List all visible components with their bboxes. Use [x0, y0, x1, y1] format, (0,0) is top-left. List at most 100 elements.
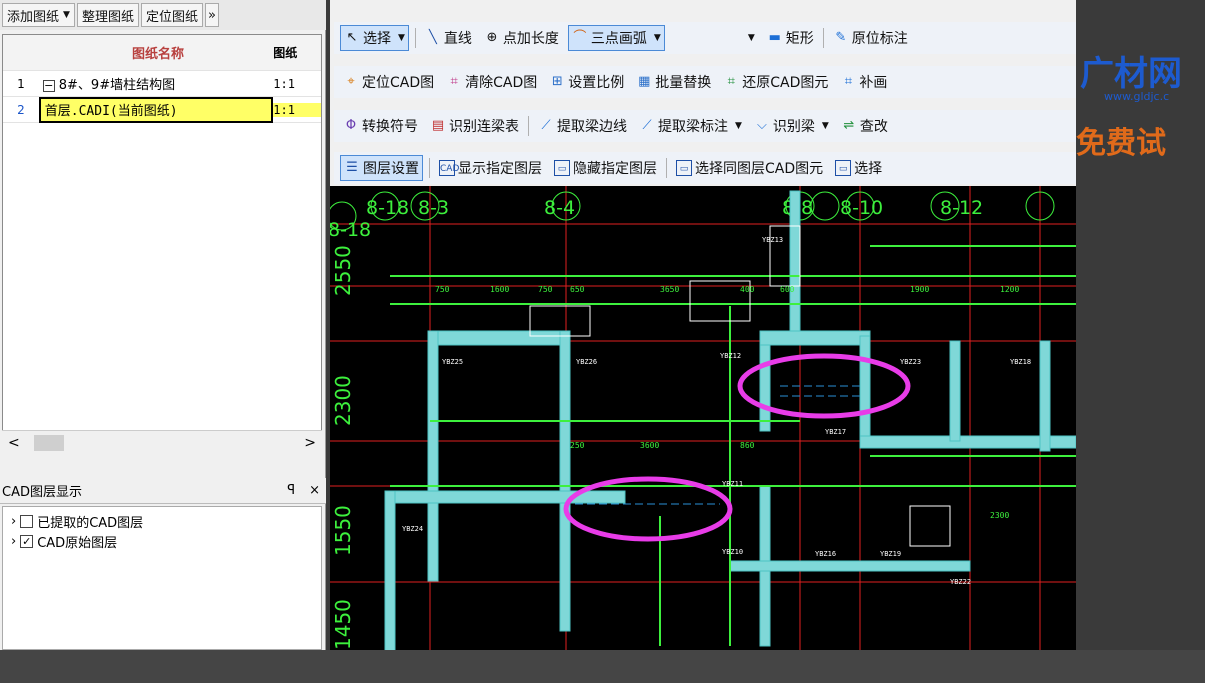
expand-icon[interactable]: ›: [11, 514, 16, 529]
checkbox[interactable]: [20, 514, 34, 528]
clear-icon: ⌗: [450, 74, 458, 89]
point-length-label: 点加长度: [502, 31, 559, 47]
grid-label: 8-18: [366, 197, 409, 219]
line-label: 直线: [443, 31, 472, 47]
scroll-thumb[interactable]: [34, 435, 64, 451]
extract-edge-icon: ⟋: [541, 118, 551, 133]
scroll-right-icon[interactable]: >: [304, 435, 316, 451]
clear-cad-button[interactable]: ⌗ 清除CAD图: [443, 70, 540, 94]
drawing-toolbar: 添加图纸 ▼ 整理图纸 定位图纸 »: [0, 0, 326, 30]
component-label: YBZ12: [720, 352, 741, 360]
identify-beam-label: 识别梁: [772, 119, 815, 135]
chevron-down-icon[interactable]: ▼: [735, 121, 742, 131]
component-label: YBZ11: [722, 480, 743, 488]
highlight-ellipses: [563, 353, 911, 542]
promo-text: 免费试: [1076, 126, 1166, 161]
component-label: YBZ25: [442, 358, 463, 366]
cad-drawing-canvas[interactable]: 8-18 8-18 8-3 8-4 8-8 8-10 8-12 2550 230…: [330, 186, 1076, 650]
drawing-list-panel: 添加图纸 ▼ 整理图纸 定位图纸 » 图纸名称 图纸 1 −8#、9#墙柱结构图 …: [0, 0, 326, 650]
dim-text: 1600: [490, 285, 509, 294]
identify-icon: ⌵: [756, 118, 767, 133]
supplement-icon: ⌗: [844, 74, 853, 89]
row-index: 1: [17, 76, 25, 91]
layer-icon: ☰: [346, 160, 358, 175]
checkbox-checked[interactable]: ✓: [20, 534, 34, 548]
chevron-down-icon[interactable]: ▼: [398, 33, 405, 43]
grid-label: 8-3: [418, 197, 449, 219]
batch-replace-button[interactable]: ▦ 批量替换: [633, 70, 714, 94]
row-dim: 1550: [331, 505, 355, 556]
dim-text: 400: [740, 285, 755, 294]
row-dim: 2550: [331, 245, 355, 296]
point-length-tool[interactable]: ⊕ 点加长度: [481, 26, 562, 50]
component-label: YBZ16: [815, 550, 836, 558]
separator: [822, 28, 824, 48]
chevron-down-icon[interactable]: ▼: [822, 121, 829, 131]
component-label: YBZ26: [576, 358, 597, 366]
layer-settings-label: 图层设置: [363, 161, 419, 177]
arc-tool[interactable]: ⌒ 三点画弧 ▼: [567, 25, 665, 51]
layer-item-extracted[interactable]: › 已提取的CAD图层: [11, 511, 313, 531]
component-label: YBZ19: [880, 550, 901, 558]
locate-cad-label: 定位CAD图: [362, 75, 435, 91]
select-same-layer-label: 选择同图层CAD图元: [695, 161, 824, 177]
in-place-label-tool[interactable]: ✎ 原位标注: [830, 26, 911, 50]
line-tool[interactable]: ╲ 直线: [422, 26, 475, 50]
scroll-left-icon[interactable]: <: [8, 435, 20, 451]
locate-icon: ⌖: [347, 74, 355, 89]
extract-beam-label-button[interactable]: ⟋ 提取梁标注 ▼: [636, 114, 745, 138]
extract-beam-edge-button[interactable]: ⟋ 提取梁边线: [535, 114, 630, 138]
dim-text: 250: [570, 441, 585, 450]
select-same-layer-button[interactable]: ▭ 选择同图层CAD图元: [673, 156, 826, 180]
header-scale[interactable]: 图纸: [273, 44, 321, 61]
supplement-button[interactable]: ⌗ 补画: [837, 70, 890, 94]
set-scale-button[interactable]: ⊞ 设置比例: [546, 70, 627, 94]
header-name[interactable]: 图纸名称: [39, 43, 274, 62]
expand-icon[interactable]: ›: [11, 534, 16, 549]
edit-icon: ✎: [835, 30, 847, 45]
separator: [666, 158, 667, 178]
locate-cad-button[interactable]: ⌖ 定位CAD图: [340, 70, 437, 94]
horizontal-scrollbar[interactable]: < >: [2, 430, 322, 454]
drawing-table: 图纸名称 图纸 1 −8#、9#墙柱结构图 1:1 2 首层.CADI(当前图纸…: [2, 34, 322, 454]
cad-drawing[interactable]: 8-18 8-18 8-3 8-4 8-8 8-10 8-12 2550 230…: [330, 186, 1076, 650]
shape-dropdown[interactable]: ▼: [741, 31, 758, 45]
organize-drawing-button[interactable]: 整理图纸: [76, 3, 139, 27]
show-layer-button[interactable]: CAD 显示指定图层: [436, 156, 545, 180]
identify-beam-button[interactable]: ⌵ 识别梁 ▼: [751, 114, 832, 138]
table-row[interactable]: 1 −8#、9#墙柱结构图 1:1: [3, 71, 321, 97]
hide-layer-label: 隐藏指定图层: [573, 161, 657, 177]
row-name-cell[interactable]: −8#、9#墙柱结构图: [39, 74, 274, 93]
rect-tool[interactable]: ▬ 矩形: [764, 26, 817, 50]
select-tool[interactable]: ↖ 选择 ▼: [340, 25, 409, 51]
check-button[interactable]: ⇌ 查改: [838, 114, 891, 138]
hide-layer-button[interactable]: ▭ 隐藏指定图层: [551, 156, 660, 180]
layer-settings-button[interactable]: ☰ 图层设置: [340, 155, 423, 181]
layer-panel-header: CAD图层显示 ꟼ ×: [0, 478, 326, 504]
dim-text: 1200: [1000, 285, 1019, 294]
select-layer-button[interactable]: ▭ 选择: [832, 156, 885, 180]
add-drawing-button[interactable]: 添加图纸 ▼: [2, 3, 75, 27]
dim-text: 3650: [660, 285, 679, 294]
convert-symbol-button[interactable]: Φ 转换符号: [340, 114, 421, 138]
close-icon[interactable]: ×: [309, 483, 320, 498]
component-label: YBZ23: [900, 358, 921, 366]
dim-text: 1900: [910, 285, 929, 294]
chevron-down-icon[interactable]: ▼: [748, 33, 755, 43]
row-name[interactable]: 首层.CADI(当前图纸): [38, 96, 274, 123]
chevron-down-icon[interactable]: ▼: [654, 33, 661, 43]
grid-label: 8-4: [544, 197, 575, 219]
select-layer-label: 选择: [854, 161, 883, 177]
collapse-icon[interactable]: −: [42, 80, 55, 92]
separator: [429, 158, 430, 178]
chevron-down-icon[interactable]: ▼: [63, 10, 70, 20]
identify-beam-table-button[interactable]: ▤ 识别连梁表: [427, 114, 522, 138]
more-button[interactable]: »: [204, 3, 219, 27]
restore-cad-button[interactable]: ⌗ 还原CAD图元: [720, 70, 831, 94]
dim-text: 860: [740, 441, 755, 450]
layer-item-original[interactable]: › ✓ CAD原始图层: [11, 531, 313, 551]
pin-icon[interactable]: ꟼ: [287, 483, 295, 498]
locate-drawing-button[interactable]: 定位图纸: [140, 3, 203, 27]
table-row-current[interactable]: 2 首层.CADI(当前图纸) 1:1: [3, 96, 321, 123]
arc-label: 三点画弧: [590, 31, 647, 47]
